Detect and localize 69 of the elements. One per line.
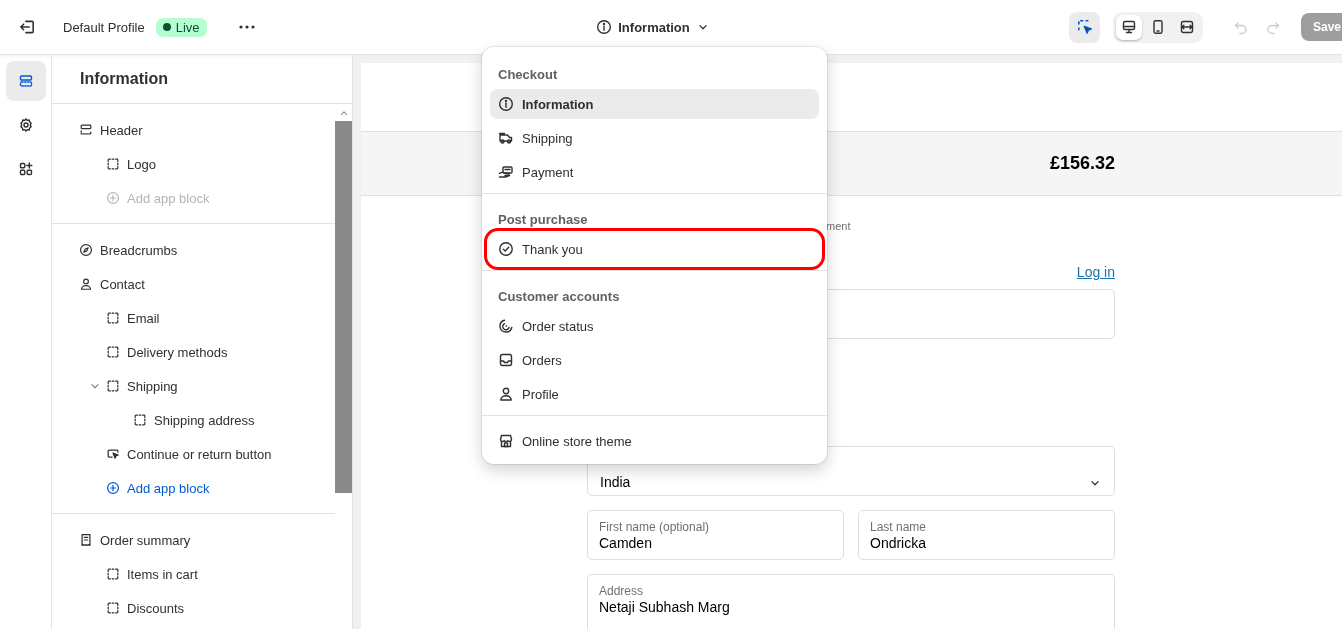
tree-item[interactable]: Logo [127, 156, 156, 172]
profile-name: Default Profile [63, 19, 145, 35]
check-circle-icon [498, 241, 514, 257]
menu-heading: Post purchase [497, 210, 589, 229]
block-icon [106, 378, 120, 394]
block-icon [106, 600, 120, 616]
tree-item[interactable]: Continue or return button [127, 446, 272, 462]
info-icon [498, 96, 514, 112]
cash-hand-icon [498, 164, 514, 180]
more-icon [238, 25, 255, 29]
tree-item[interactable]: Items in cart [127, 566, 198, 582]
menu-heading: Customer accounts [497, 287, 621, 306]
name-field[interactable]: Last name Ondricka [858, 510, 1115, 560]
info-icon [596, 19, 613, 35]
tree-item[interactable]: Order summary [100, 532, 191, 548]
add-block-link[interactable]: Add app block [127, 480, 210, 496]
select-element-icon [1075, 18, 1094, 36]
tree-item[interactable]: Contact [100, 276, 145, 292]
exit-button[interactable] [18, 18, 36, 36]
tree-item[interactable]: Email [127, 310, 160, 326]
status-badge: Live [155, 17, 207, 37]
tree-item[interactable]: Header [100, 122, 143, 138]
tree-item[interactable]: Shipping [127, 378, 178, 394]
menu-item[interactable]: Profile [490, 379, 819, 409]
exit-icon [18, 18, 36, 36]
sidebar-title: Information [52, 55, 352, 104]
truck-icon [498, 130, 514, 146]
inbox-icon [498, 352, 514, 368]
tree-item[interactable]: Shipping address [154, 412, 255, 428]
menu-item[interactable]: Information [490, 89, 819, 119]
order-total: £156.32 [1049, 153, 1115, 174]
compass-icon [79, 242, 93, 258]
desktop-icon [1121, 19, 1137, 35]
name-field[interactable]: First name (optional) Camden [587, 510, 844, 560]
cursor-icon [106, 446, 120, 462]
add-apps-icon [17, 161, 34, 177]
login-link[interactable]: Log in [1076, 264, 1115, 280]
order-status-icon [498, 318, 514, 334]
block-icon [106, 156, 120, 172]
receipt-icon [79, 532, 93, 548]
page-picker[interactable]: Information [596, 19, 710, 35]
mobile-icon [1150, 19, 1166, 35]
menu-item[interactable]: Shipping [490, 123, 819, 153]
device-button[interactable] [1116, 14, 1142, 40]
block-icon [106, 344, 120, 360]
tree-item[interactable]: Delivery methods [127, 344, 228, 360]
person-icon [498, 386, 514, 402]
block-icon [106, 566, 120, 582]
address-field[interactable]: Address Netaji Subhash Marg [587, 574, 1115, 629]
plus-circle-icon [106, 190, 120, 206]
header-section-icon [79, 122, 93, 138]
tree-item[interactable]: Breadcrumbs [100, 242, 178, 258]
block-icon [133, 412, 147, 428]
scrollbar-thumb[interactable] [335, 121, 352, 493]
person-icon [79, 276, 93, 292]
sections-icon [17, 73, 34, 89]
block-icon [106, 310, 120, 326]
breadcrumb-text: ment [826, 220, 851, 232]
menu-item[interactable]: Order status [490, 311, 819, 341]
menu-item[interactable]: Orders [490, 345, 819, 375]
plus-circle-icon [106, 480, 120, 496]
menu-item[interactable]: Thank you [490, 234, 819, 264]
menu-heading: Checkout [497, 65, 559, 84]
tree-item[interactable]: Discounts [127, 600, 185, 616]
inspector-button[interactable] [1069, 11, 1100, 43]
menu-item[interactable]: Payment [490, 157, 819, 187]
full-width-icon [1179, 19, 1195, 35]
settings-icon [17, 117, 34, 133]
store-icon [498, 433, 514, 449]
